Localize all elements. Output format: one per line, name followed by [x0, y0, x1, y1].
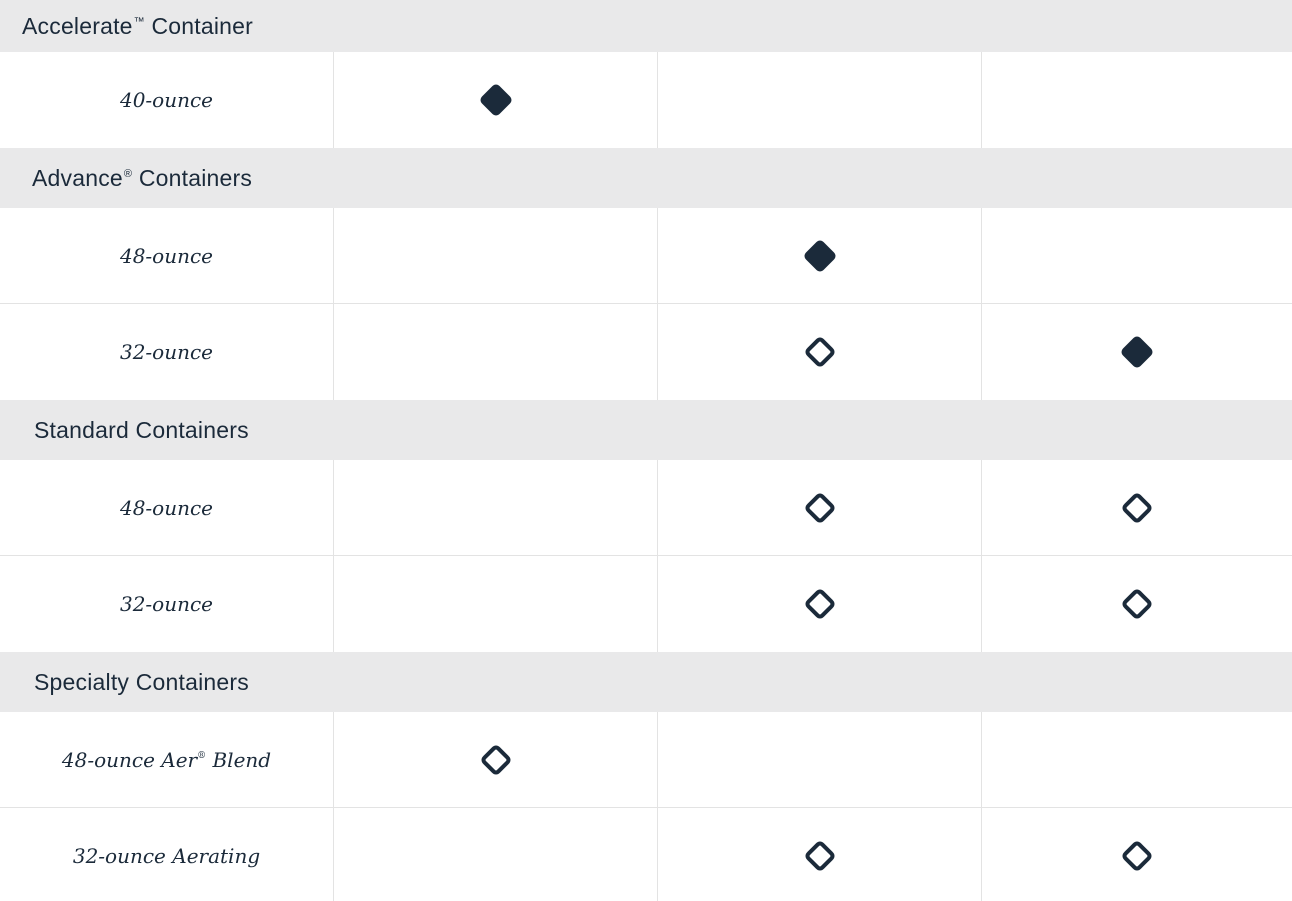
- table-cell: [334, 208, 658, 303]
- table-cell: [982, 52, 1292, 148]
- table-cell: [658, 52, 982, 148]
- row-label-cell: 48-ounce: [0, 208, 334, 303]
- table-cell: [982, 460, 1292, 555]
- table-cell: [334, 712, 658, 807]
- row-label: 48-ounce Aer® Blend: [61, 747, 272, 772]
- table-cell: [982, 556, 1292, 652]
- table-cell: [658, 808, 982, 901]
- group-title: Specialty Containers: [34, 668, 249, 695]
- row-label-cell: 48-ounce: [0, 460, 334, 555]
- row-label-cell: 32-ounce Aerating: [0, 808, 334, 901]
- table-cell: [334, 808, 658, 901]
- table-cell: [658, 460, 982, 555]
- outline-diamond-icon: [1122, 589, 1152, 619]
- group-title: Standard Containers: [34, 416, 249, 443]
- group-header-advance: Advance® Containers: [0, 148, 1292, 208]
- row-label: 32-ounce: [119, 340, 214, 364]
- table-cell: [658, 208, 982, 303]
- compatibility-table: Accelerate™ Container 40-ounce Advance® …: [0, 0, 1292, 901]
- filled-diamond-icon: [804, 240, 835, 271]
- group-header-standard: Standard Containers: [0, 400, 1292, 460]
- table-cell: [982, 208, 1292, 303]
- table-cell: [982, 712, 1292, 807]
- row-label-cell: 48-ounce Aer® Blend: [0, 712, 334, 807]
- table-cell: [658, 304, 982, 400]
- table-row: 32-ounce: [0, 304, 1292, 400]
- group-title: Accelerate™ Container: [22, 12, 253, 39]
- row-label: 48-ounce: [119, 495, 214, 520]
- outline-diamond-icon: [1122, 492, 1152, 523]
- table-cell: [334, 556, 658, 652]
- table-cell: [334, 52, 658, 148]
- group-header-accelerate: Accelerate™ Container: [0, 0, 1292, 52]
- filled-diamond-icon: [1121, 336, 1153, 368]
- table-row: 48-ounce Aer® Blend: [0, 712, 1292, 808]
- table-cell: [334, 460, 658, 555]
- table-row: 48-ounce: [0, 460, 1292, 556]
- table-row: 48-ounce: [0, 208, 1292, 304]
- table-row: 32-ounce: [0, 556, 1292, 652]
- outline-diamond-icon: [804, 841, 835, 871]
- table-row: 40-ounce: [0, 52, 1292, 148]
- table-row: 32-ounce Aerating: [0, 808, 1292, 901]
- filled-diamond-icon: [480, 84, 511, 116]
- table-cell: [982, 808, 1292, 901]
- row-label: 32-ounce Aerating: [72, 844, 261, 868]
- outline-diamond-icon: [480, 744, 511, 775]
- group-title: Advance® Containers: [32, 164, 253, 191]
- table-cell: [982, 304, 1292, 400]
- row-label: 40-ounce: [119, 88, 214, 112]
- group-header-specialty: Specialty Containers: [0, 652, 1292, 712]
- row-label: 48-ounce: [119, 243, 214, 268]
- outline-diamond-icon: [1122, 841, 1152, 871]
- row-label-cell: 32-ounce: [0, 304, 334, 400]
- outline-diamond-icon: [804, 492, 835, 523]
- outline-diamond-icon: [804, 589, 835, 619]
- table-cell: [658, 556, 982, 652]
- row-label-cell: 40-ounce: [0, 52, 334, 148]
- outline-diamond-icon: [804, 337, 835, 367]
- table-cell: [658, 712, 982, 807]
- row-label: 32-ounce: [119, 592, 214, 616]
- table-cell: [334, 304, 658, 400]
- row-label-cell: 32-ounce: [0, 556, 334, 652]
